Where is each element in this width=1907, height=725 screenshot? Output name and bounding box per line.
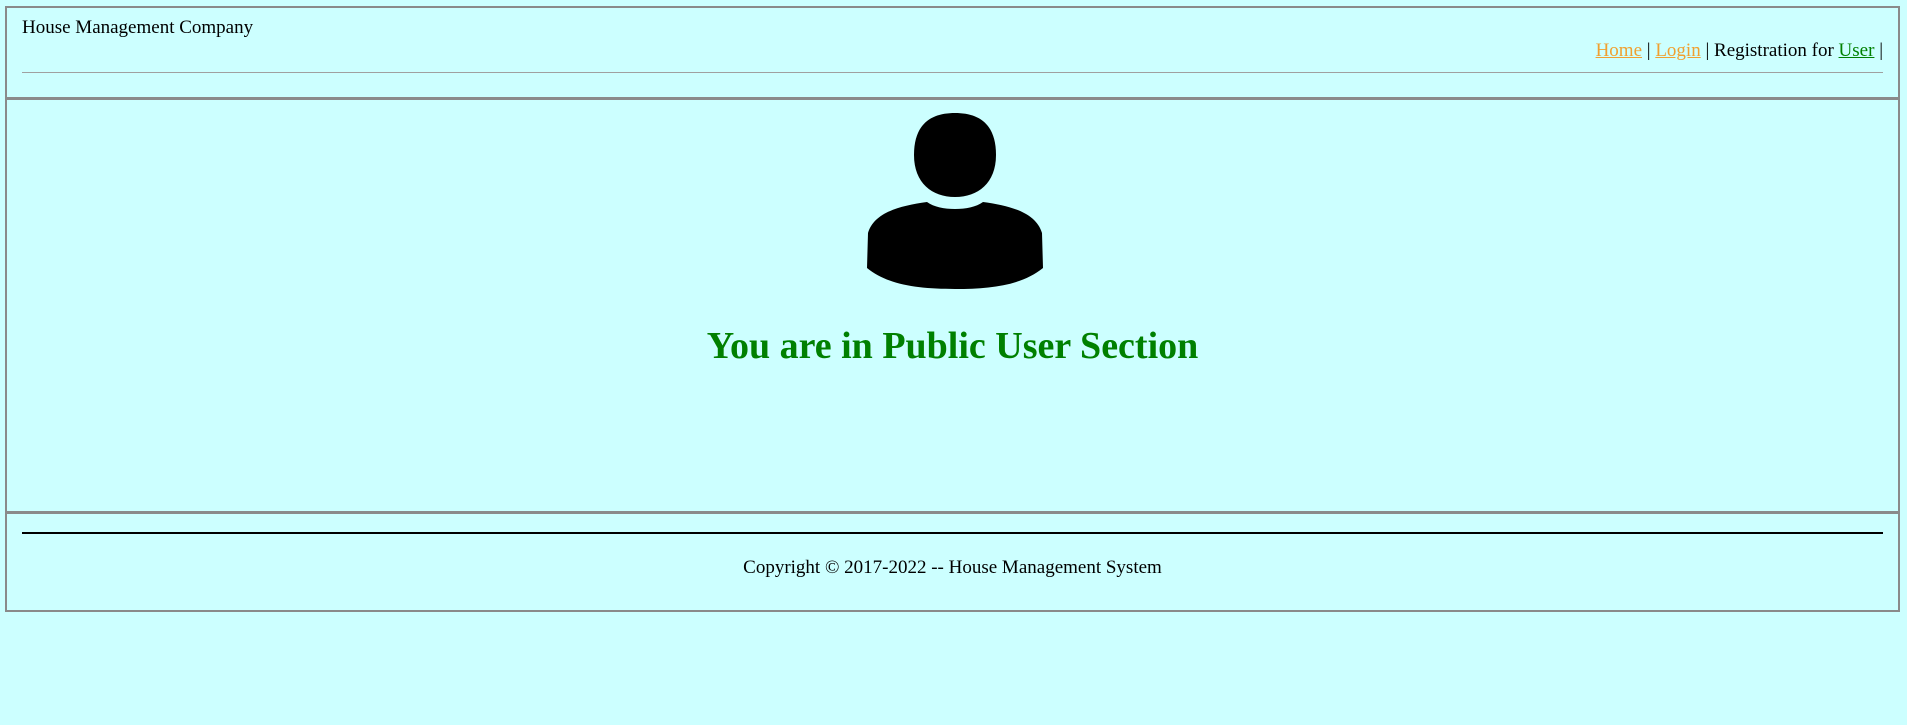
top-nav: Home | Login | Registration for User |: [1596, 40, 1883, 62]
home-link[interactable]: Home: [1596, 40, 1642, 61]
header-frame: House Management Company Home | Login | …: [5, 6, 1900, 99]
footer-divider: [22, 532, 1883, 534]
footer-frame: Copyright © 2017-2022 -- House Managemen…: [5, 512, 1900, 612]
registration-label: Registration for: [1714, 40, 1834, 61]
nav-separator: |: [1879, 40, 1883, 61]
header-divider: [22, 72, 1883, 73]
nav-separator: |: [1646, 40, 1651, 61]
company-name: House Management Company: [22, 17, 254, 38]
login-link[interactable]: Login: [1655, 40, 1700, 61]
copyright-text: Copyright © 2017-2022 -- House Managemen…: [743, 557, 1162, 578]
user-silhouette-icon: [867, 113, 1043, 289]
section-title: You are in Public User Section: [706, 325, 1199, 367]
nav-separator: |: [1705, 40, 1710, 61]
main-frame: You are in Public User Section: [5, 98, 1900, 513]
user-registration-link[interactable]: User: [1839, 40, 1875, 61]
